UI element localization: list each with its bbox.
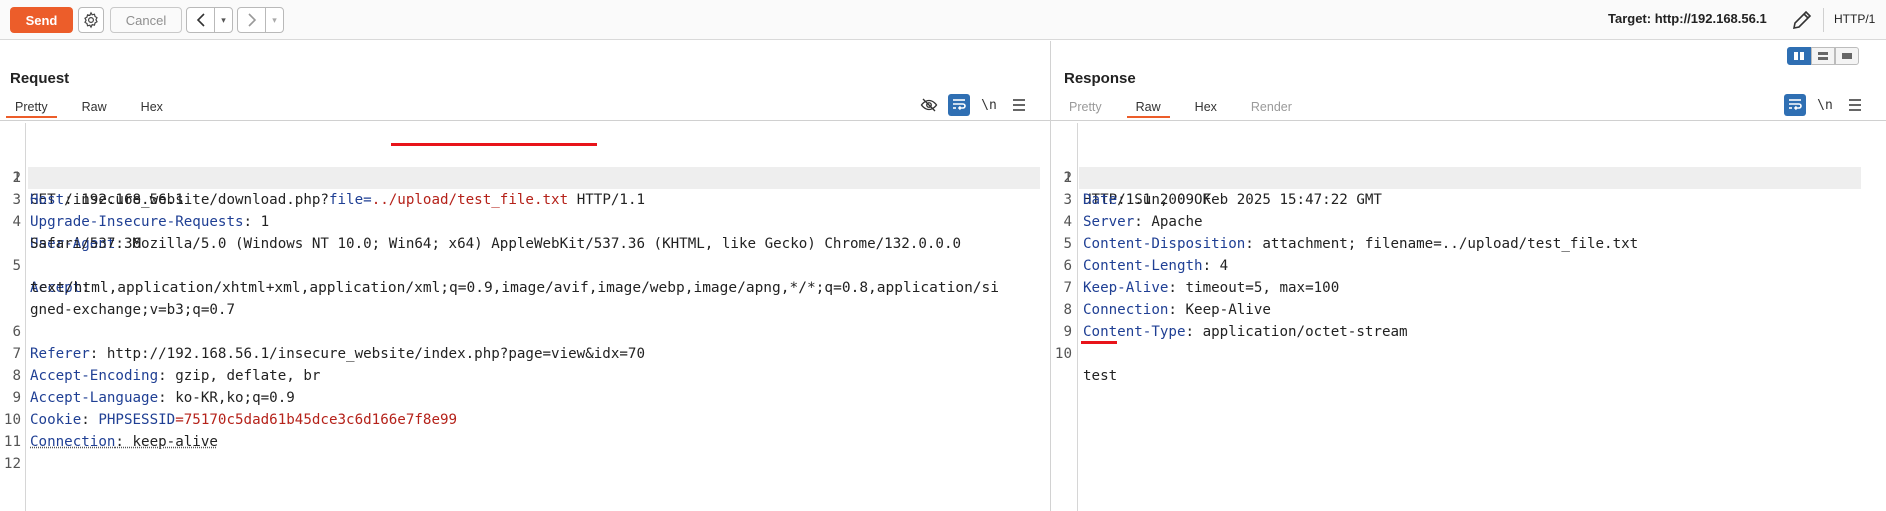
toolbar-divider [1823, 8, 1824, 32]
hide-nonprintable-button[interactable] [918, 94, 940, 116]
response-line: 5 Content-Length: 4 [1063, 236, 1229, 274]
menu-icon [1849, 99, 1861, 111]
history-back-group: ▾ [186, 7, 233, 33]
forward-dropdown[interactable]: ▾ [266, 8, 283, 32]
request-line: 12 [3, 456, 21, 472]
menu-icon [1013, 99, 1025, 111]
tab-hex[interactable]: Hex [1186, 96, 1226, 118]
toolbar: Send Cancel ▾ ▾ Target: http://192.168.5… [0, 0, 1886, 40]
request-line: 3 Upgrade-Insecure-Requests: 1 [12, 192, 270, 230]
tab-pretty[interactable]: Pretty [6, 96, 57, 118]
request-editor-tools: \n [918, 94, 1038, 116]
wrap-lines-button[interactable] [948, 94, 970, 116]
chevron-down-icon: ▾ [272, 14, 277, 25]
cancel-button[interactable]: Cancel [110, 7, 182, 33]
pencil-icon [1792, 10, 1812, 30]
file-param-value: ../upload/test_file.txt [371, 192, 569, 208]
tab-pretty[interactable]: Pretty [1060, 96, 1111, 118]
chevron-right-icon [247, 13, 256, 27]
response-line: 8 Content-Type: application/octet-stream [1063, 302, 1408, 340]
layout-single-icon [1842, 53, 1852, 59]
layout-stacked-icon [1818, 52, 1828, 60]
response-pane: Response Pretty Raw Hex Render \n 1 HTTP… [1051, 41, 1886, 511]
request-pane: Request Pretty Raw Hex \n 1 GET /insecur… [0, 41, 1050, 511]
tab-raw[interactable]: Raw [73, 96, 116, 118]
request-line-wrap: gned-exchange;v=b3;q=0.7 [30, 302, 235, 318]
edit-target-button[interactable] [1790, 8, 1814, 32]
request-menu-button[interactable] [1008, 94, 1030, 116]
response-tabs: Pretty Raw Hex Render [1060, 96, 1317, 120]
newline-toggle[interactable]: \n [1814, 94, 1836, 116]
layout-stacked-button[interactable] [1811, 47, 1835, 65]
layout-split-button[interactable] [1787, 47, 1811, 65]
cookie-value: =75170c5dad61b45dce3c6d166e7f8e99 [175, 412, 458, 428]
response-line: 10 test [1051, 321, 1117, 384]
wrap-lines-icon [1789, 99, 1802, 111]
response-title: Response [1064, 70, 1136, 87]
response-line: 9 [1063, 324, 1072, 340]
tab-render[interactable]: Render [1242, 96, 1301, 118]
forward-button[interactable] [238, 8, 266, 32]
response-menu-button[interactable] [1844, 94, 1866, 116]
chevron-left-icon [196, 13, 205, 27]
history-forward-group: ▾ [237, 7, 284, 33]
request-line: 1 GET /insecure_website/download.php?fil… [0, 123, 1040, 208]
eye-off-icon [920, 98, 938, 112]
wrap-lines-icon [953, 99, 966, 111]
response-line: 2 Date: Sun, 09 Feb 2025 15:47:22 GMT [1063, 170, 1382, 208]
wrap-lines-button[interactable] [1784, 94, 1806, 116]
cookie-name: PHPSESSID [98, 412, 176, 428]
response-editor[interactable]: 1 HTTP/1.1 200 OK 2 Date: Sun, 09 Feb 20… [1051, 123, 1886, 511]
request-tabs-divider [0, 120, 1050, 121]
request-line: 5 Accept: [12, 258, 90, 296]
response-tabs-divider [1051, 120, 1886, 121]
tab-raw[interactable]: Raw [1126, 96, 1170, 118]
response-body: test [1083, 368, 1118, 384]
send-button[interactable]: Send [10, 7, 73, 33]
chevron-down-icon: ▾ [221, 14, 226, 25]
back-button[interactable] [187, 8, 215, 32]
request-line: 2 Host: 192.168.56.1 [12, 170, 184, 208]
gear-icon [84, 11, 98, 29]
response-line: 4 Content-Disposition: attachment; filen… [1063, 214, 1639, 252]
request-line: 4 User-Agent: Mozilla/5.0 (Windows NT 10… [12, 214, 962, 252]
layout-split-icon [1794, 52, 1804, 60]
newline-toggle[interactable]: \n [978, 94, 1000, 116]
request-editor[interactable]: 1 GET /insecure_website/download.php?fil… [0, 123, 1050, 511]
tab-hex[interactable]: Hex [132, 96, 172, 118]
response-editor-tools: \n [1784, 94, 1874, 116]
request-tabs: Pretty Raw Hex [6, 96, 188, 120]
response-line: 6 Keep-Alive: timeout=5, max=100 [1063, 258, 1340, 296]
request-title: Request [10, 70, 70, 87]
request-line-wrap: text/html,application/xhtml+xml,applicat… [30, 280, 1000, 296]
response-line: 7 Connection: Keep-Alive [1063, 280, 1271, 318]
request-line: 6 Referer: http://192.168.56.1/insecure_… [12, 324, 646, 362]
request-line: 8 Accept-Language: ko-KR,ko;q=0.9 [12, 368, 295, 406]
layout-tabs-button[interactable] [1835, 47, 1859, 65]
response-line: 1 HTTP/1.1 200 OK [1051, 123, 1881, 208]
request-line: 9 Cookie: PHPSESSID=75170c5dad61b45dce3c… [12, 390, 458, 428]
back-dropdown[interactable]: ▾ [215, 8, 232, 32]
settings-button[interactable] [78, 7, 104, 33]
target-label: Target: http://192.168.56.1 [1608, 11, 1767, 26]
request-line: 7 Accept-Encoding: gzip, deflate, br [12, 346, 321, 384]
request-line: 10 Connection: keep-alive [3, 412, 218, 450]
protocol-label[interactable]: HTTP/1 [1834, 12, 1875, 26]
highlight-underline [391, 143, 597, 146]
highlight-underline [1081, 341, 1117, 344]
response-line: 3 Server: Apache [1063, 192, 1203, 230]
request-line-wrap: Safari/537.36 [30, 236, 142, 252]
request-line: 11 [3, 434, 21, 450]
layout-switcher [1787, 47, 1859, 65]
